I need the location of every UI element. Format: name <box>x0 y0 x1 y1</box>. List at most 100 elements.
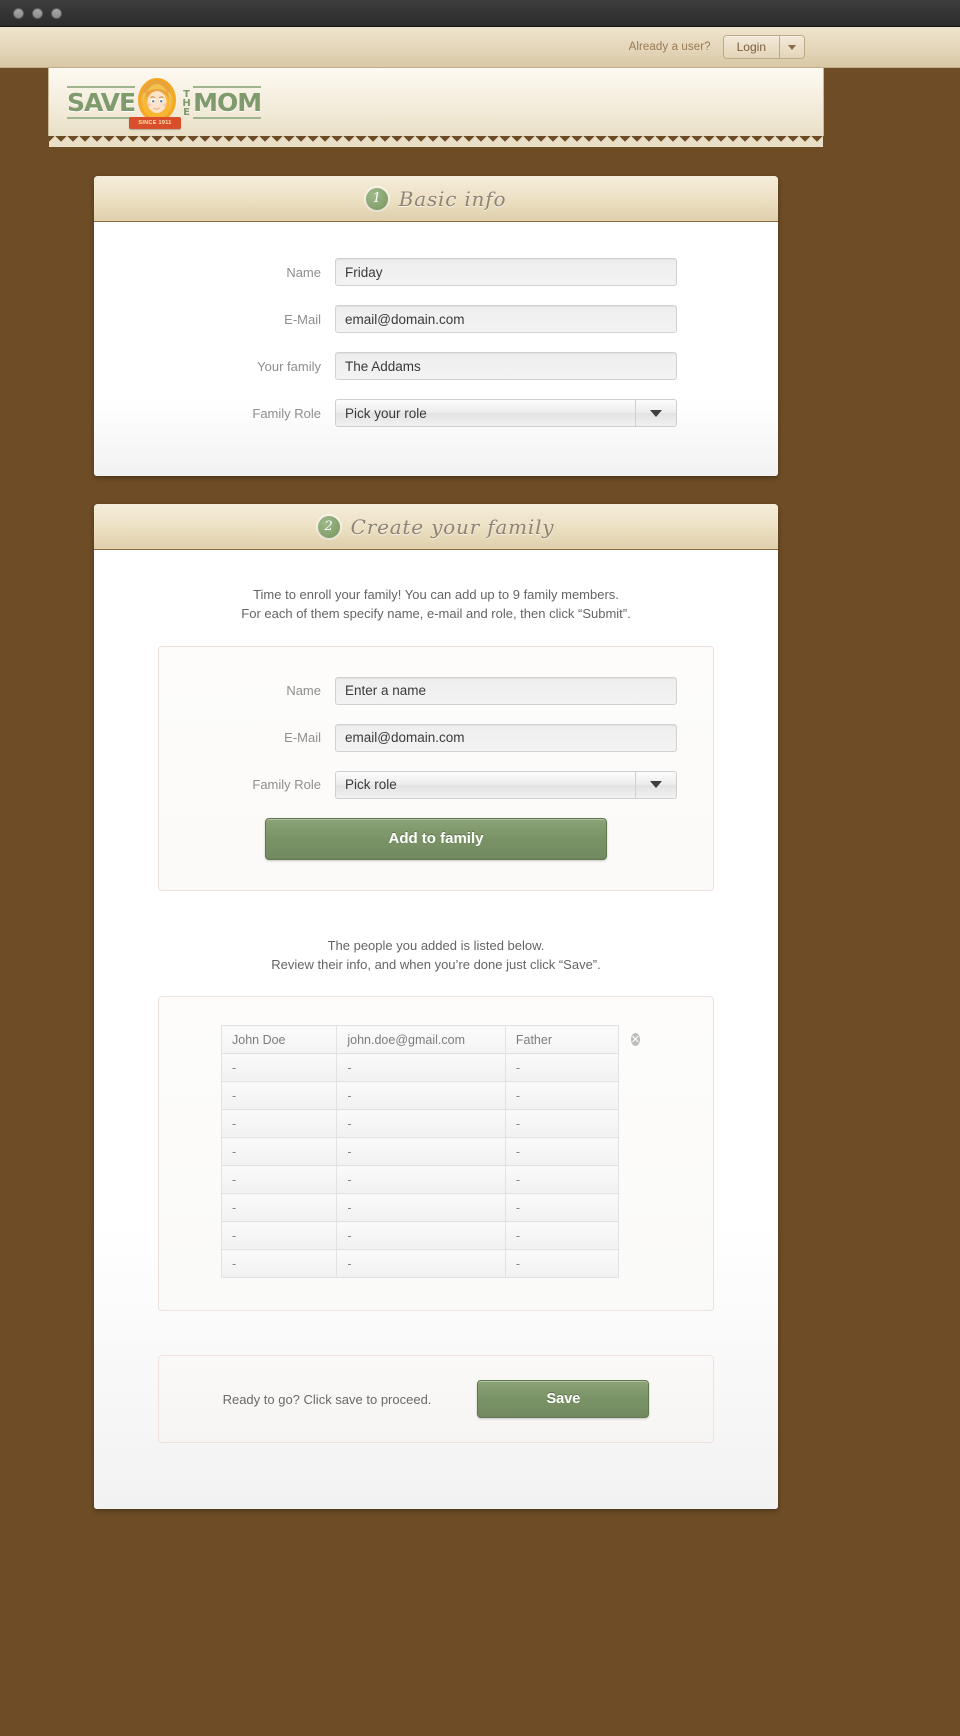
field-row-family-role: Family Role Pick your role <box>94 399 778 427</box>
select-family-role-value[interactable]: Pick your role <box>335 399 635 427</box>
cell-delete <box>618 1222 650 1250</box>
input-your-family[interactable]: The Addams <box>335 352 677 380</box>
member-form-box: Name Enter a name E-Mail email@domain.co… <box>158 645 714 891</box>
page-shell: Already a user? Login SAVE THE MOM SINCE… <box>0 27 960 1736</box>
cell-delete <box>618 1054 650 1082</box>
cell-name: - <box>220 1165 338 1195</box>
minimize-dot[interactable] <box>32 7 43 19</box>
cell-name: - <box>220 1193 338 1223</box>
table-row[interactable]: - - - <box>220 1109 651 1139</box>
table-row[interactable]: - - - <box>220 1081 651 1111</box>
cell-role: - <box>504 1193 619 1223</box>
table-row[interactable]: - - - <box>220 1221 651 1251</box>
cell-name: - <box>220 1053 338 1083</box>
save-box: Ready to go? Click save to proceed. Save <box>158 1355 714 1444</box>
site-logo[interactable]: SAVE THE MOM SINCE 1911 <box>67 78 262 129</box>
table-row[interactable]: - - - <box>220 1249 651 1279</box>
field-row-family: Your family The Addams <box>94 352 778 380</box>
cell-role: - <box>504 1165 619 1195</box>
chevron-down-icon <box>788 44 796 50</box>
member-field-row-name: Name Enter a name <box>159 676 713 705</box>
already-user-label: Already a user? <box>628 41 711 53</box>
logo-word-save: SAVE <box>67 85 136 119</box>
cell-name: - <box>220 1249 338 1279</box>
enroll-instructions-line1: Time to enroll your family! You can add … <box>253 587 619 602</box>
members-table-body: John Doe john.doe@gmail.com Father ✕ - -… <box>220 1025 651 1279</box>
enroll-instructions: Time to enroll your family! You can add … <box>94 586 778 624</box>
cell-role: - <box>504 1249 619 1279</box>
cell-email: - <box>336 1109 506 1139</box>
members-table: John Doe john.doe@gmail.com Father ✕ - -… <box>220 1025 651 1279</box>
cell-delete <box>618 1110 650 1138</box>
cell-role: - <box>504 1137 619 1167</box>
cell-name: - <box>220 1137 338 1167</box>
save-hint-text: Ready to go? Click save to proceed. <box>222 1391 432 1407</box>
panel-create-family-body: Time to enroll your family! You can add … <box>94 550 778 1510</box>
members-table-box: John Doe john.doe@gmail.com Father ✕ - -… <box>158 996 714 1312</box>
label-member-role: Family Role <box>252 777 321 793</box>
table-row[interactable]: John Doe john.doe@gmail.com Father ✕ <box>220 1025 651 1055</box>
cell-delete <box>618 1138 650 1166</box>
panel-create-family-title: Create your family <box>350 514 555 539</box>
close-dot[interactable] <box>13 7 24 19</box>
login-button[interactable]: Login <box>724 36 780 58</box>
label-family-role: Family Role <box>252 405 321 421</box>
list-instructions-line1: The people you added is listed below. <box>327 937 545 953</box>
cell-delete[interactable]: ✕ <box>618 1026 650 1054</box>
main-column: 1 Basic info Name Friday E-Mail email@do… <box>48 136 824 1510</box>
panel-basic-info-title: Basic info <box>398 186 507 211</box>
member-field-row-email: E-Mail email@domain.com <box>159 723 713 752</box>
list-instructions: The people you added is listed below. Re… <box>94 937 778 975</box>
cell-delete <box>618 1166 650 1194</box>
cell-email: - <box>336 1053 506 1083</box>
select-member-role[interactable]: Pick role <box>335 770 677 799</box>
add-to-family-button[interactable]: Add to family <box>265 817 607 860</box>
label-name: Name <box>286 264 321 280</box>
cell-role: - <box>504 1221 619 1251</box>
site-header: SAVE THE MOM SINCE 1911 <box>48 68 824 147</box>
select-family-role-toggle[interactable] <box>635 399 677 427</box>
cell-name: - <box>220 1221 338 1251</box>
cell-email: - <box>336 1081 506 1111</box>
logo-word-the: THE <box>181 88 193 116</box>
login-group[interactable]: Login <box>722 35 805 59</box>
input-name[interactable]: Friday <box>335 258 677 286</box>
table-row[interactable]: - - - <box>220 1137 651 1167</box>
label-your-family: Your family <box>257 358 321 374</box>
cell-role: - <box>504 1053 619 1083</box>
save-button[interactable]: Save <box>477 1380 650 1419</box>
select-family-role[interactable]: Pick your role <box>335 399 677 427</box>
input-email[interactable]: email@domain.com <box>335 305 677 333</box>
cell-delete <box>618 1194 650 1222</box>
bottom-padding <box>94 1443 778 1479</box>
member-field-row-role: Family Role Pick role <box>159 770 713 799</box>
browser-titlebar <box>0 0 960 27</box>
label-member-name: Name <box>286 683 321 699</box>
panel-basic-info-body: Name Friday E-Mail email@domain.com Your… <box>94 222 778 476</box>
table-row[interactable]: - - - <box>220 1053 651 1083</box>
cell-role: - <box>504 1109 619 1139</box>
table-row[interactable]: - - - <box>220 1193 651 1223</box>
panel-create-family: 2 Create your family Time to enroll your… <box>94 504 778 1510</box>
label-member-email: E-Mail <box>284 730 321 746</box>
panel-basic-info-header: 1 Basic info <box>94 176 778 222</box>
chevron-down-icon <box>650 781 662 789</box>
panel-basic-info: 1 Basic info Name Friday E-Mail email@do… <box>94 176 778 476</box>
login-dropdown-toggle[interactable] <box>780 36 804 58</box>
content-wrapper: SAVE THE MOM SINCE 1911 1 Basic info Nam… <box>48 68 824 1736</box>
cell-delete <box>618 1082 650 1110</box>
cell-email: - <box>336 1137 506 1167</box>
logo-ribbon: SINCE 1911 <box>129 117 181 129</box>
field-row-name: Name Friday <box>94 258 778 286</box>
zoom-dot[interactable] <box>51 7 62 19</box>
remove-circle-icon[interactable]: ✕ <box>630 1033 640 1047</box>
select-member-role-value[interactable]: Pick role <box>335 770 635 799</box>
table-row[interactable]: - - - <box>220 1165 651 1195</box>
select-member-role-toggle[interactable] <box>635 770 677 799</box>
cell-name: - <box>220 1109 338 1139</box>
cell-delete <box>618 1250 650 1278</box>
input-member-email[interactable]: email@domain.com <box>335 723 677 752</box>
cell-email: john.doe@gmail.com <box>336 1025 506 1055</box>
input-member-name[interactable]: Enter a name <box>335 676 677 705</box>
